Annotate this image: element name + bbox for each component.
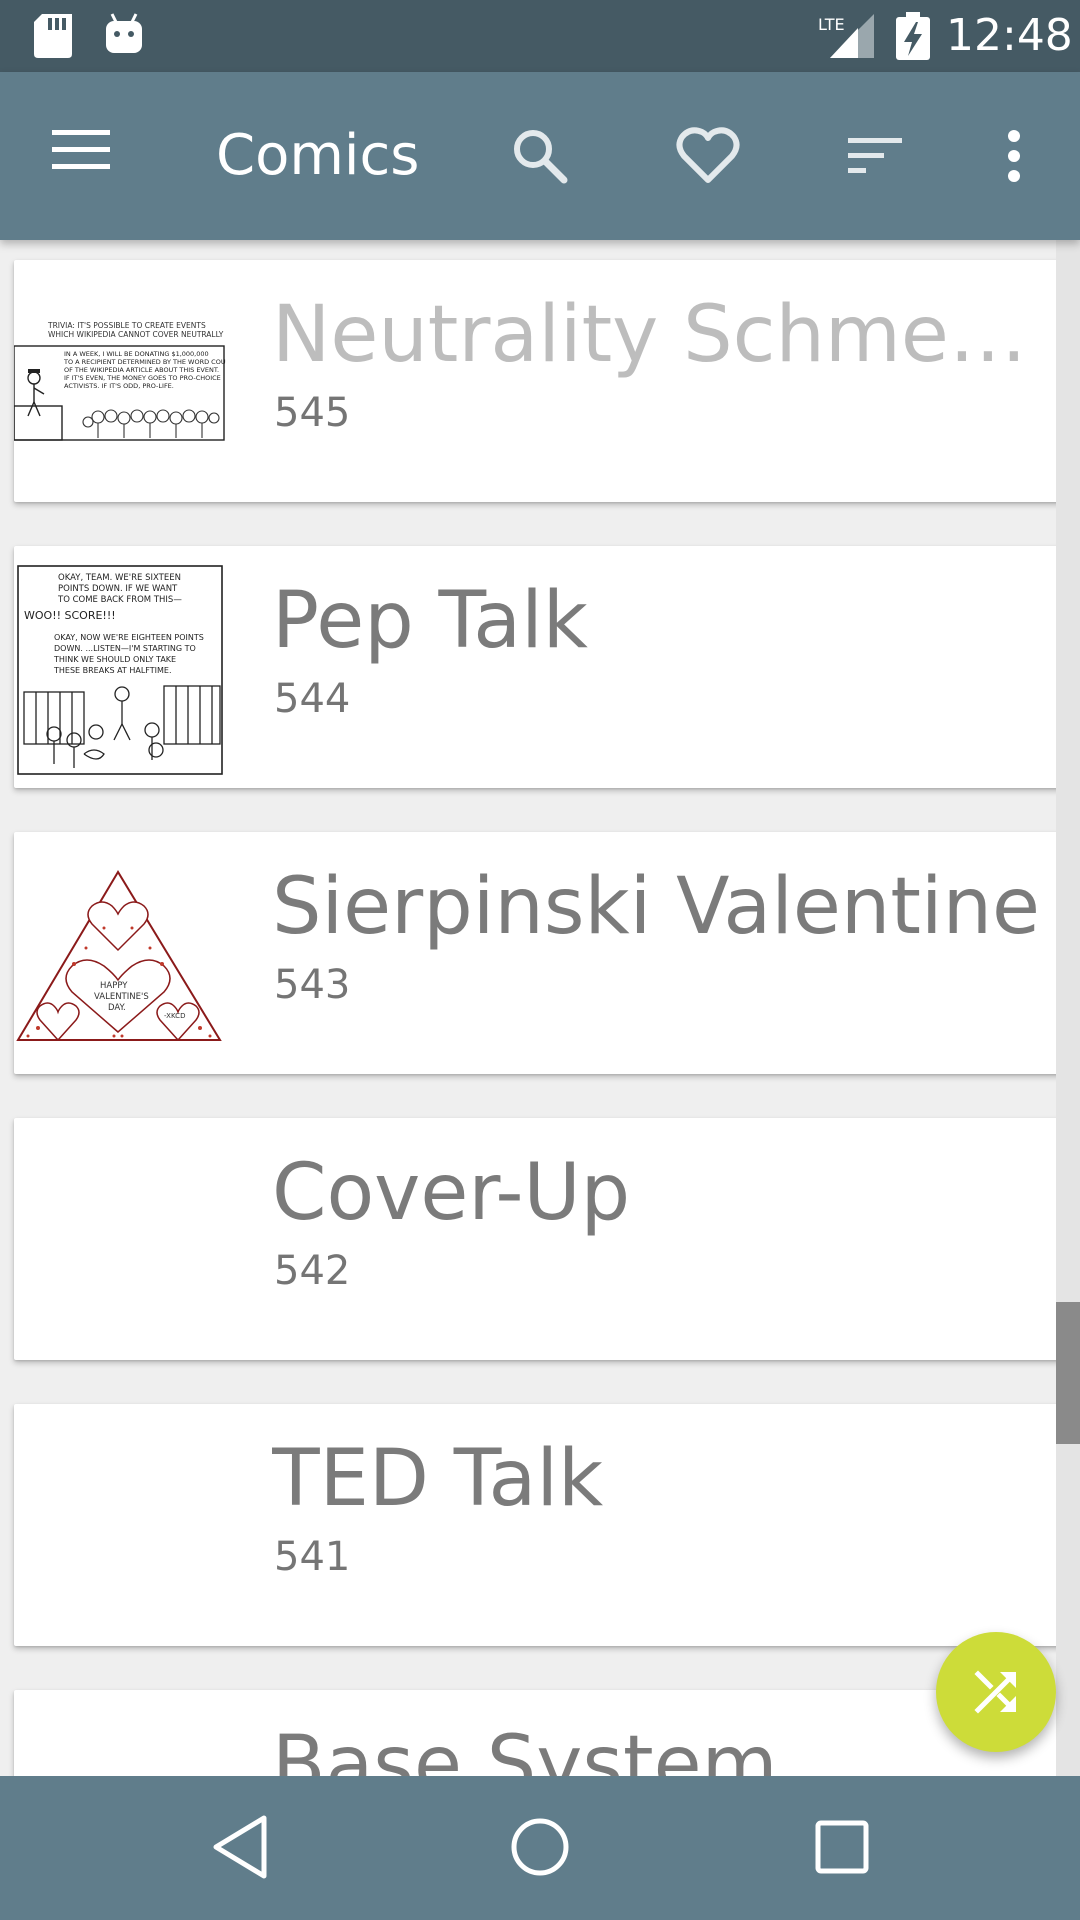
comic-title: Cover-Up	[272, 1148, 631, 1238]
thumb-text: DOWN. ...LISTEN—I'M STARTING TO	[54, 644, 196, 653]
comic-thumbnail-neutrality: TRIVIA: IT'S POSSIBLE TO CREATE EVENTS W…	[14, 312, 226, 472]
menu-icon[interactable]	[52, 130, 112, 175]
toolbar-title: Comics	[216, 123, 420, 188]
comics-list[interactable]: TRIVIA: IT'S POSSIBLE TO CREATE EVENTS W…	[0, 240, 1080, 1776]
comic-title: Base System	[272, 1720, 778, 1776]
thumb-text: TO COME BACK FROM THIS—	[57, 595, 182, 605]
comic-number: 541	[274, 1534, 351, 1580]
comic-thumbnail-pep-talk: OKAY, TEAM. WE'RE SIXTEEN POINTS DOWN. I…	[17, 565, 223, 775]
shuffle-icon	[972, 1668, 1020, 1721]
more-vert-icon[interactable]	[1000, 126, 1028, 191]
comic-card-545[interactable]: TRIVIA: IT'S POSSIBLE TO CREATE EVENTS W…	[14, 260, 1065, 502]
thumb-text: IN A WEEK, I WILL BE DONATING $1,000,000	[64, 350, 209, 358]
home-icon[interactable]	[508, 1812, 572, 1887]
comic-number: 544	[274, 676, 351, 722]
thumb-text: OKAY, NOW WE'RE EIGHTEEN POINTS	[54, 633, 204, 642]
thumb-text: THESE BREAKS AT HALFTIME.	[53, 666, 172, 675]
sd-card-icon	[34, 14, 72, 63]
app-toolbar: Comics	[0, 72, 1080, 240]
comic-title: Sierpinski Valentine	[272, 862, 1041, 952]
app-screen: LTE 12:48 Comics TRIVIA: IT'S POSSIBLE T…	[0, 0, 1080, 1920]
favorite-heart-icon[interactable]	[676, 126, 740, 191]
sort-icon[interactable]	[846, 126, 906, 191]
status-clock: 12:48	[946, 10, 1073, 61]
thumb-text: DAY.	[108, 1003, 126, 1013]
comic-title: Pep Talk	[272, 576, 588, 666]
thumb-text: IF IT'S EVEN, THE MONEY GOES TO PRO-CHOI…	[64, 374, 221, 382]
comic-number: 545	[274, 390, 351, 436]
comic-number: 543	[274, 962, 351, 1008]
lte-signal-icon: LTE	[818, 14, 874, 63]
thumb-text: THINK WE SHOULD ONLY TAKE	[53, 655, 176, 664]
thumb-text: OF THE WIKIPEDIA ARTICLE ABOUT THIS EVEN…	[64, 366, 219, 374]
comic-card-544[interactable]: OKAY, TEAM. WE'RE SIXTEEN POINTS DOWN. I…	[14, 546, 1065, 788]
comic-card-542[interactable]: Cover-Up 542	[14, 1118, 1065, 1360]
random-comic-button[interactable]	[936, 1632, 1056, 1752]
status-bar: LTE 12:48	[0, 0, 1080, 72]
navigation-bar	[0, 1776, 1080, 1920]
comic-card-541[interactable]: TED Talk 541	[14, 1404, 1065, 1646]
network-type-label: LTE	[818, 15, 845, 34]
comic-card-base-system[interactable]: Base System	[14, 1690, 1065, 1776]
comic-title: Neutrality Schmeutr…	[272, 290, 1052, 380]
recents-icon[interactable]	[812, 1812, 872, 1887]
thumb-text: ACTIVISTS. IF IT'S ODD, PRO-LIFE.	[64, 382, 174, 390]
thumb-text: -XKCD	[164, 1012, 185, 1020]
thumb-text: VALENTINE'S	[94, 992, 149, 1002]
battery-charging-icon	[896, 12, 930, 65]
thumb-text: WHICH WIKIPEDIA CANNOT COVER NEUTRALLY	[48, 330, 224, 339]
thumb-text: HAPPY	[100, 981, 128, 991]
comic-title: TED Talk	[272, 1434, 604, 1524]
comic-number: 542	[274, 1248, 351, 1294]
thumb-text: WOO!! SCORE!!!	[24, 609, 116, 622]
thumb-text: POINTS DOWN. IF WE WANT	[58, 584, 178, 594]
scrollbar-track[interactable]	[1056, 240, 1080, 1776]
search-icon[interactable]	[510, 126, 570, 191]
thumb-text: TO A RECIPIENT DETERMINED BY THE WORD CO…	[63, 358, 226, 366]
comic-card-543[interactable]: HAPPY VALENTINE'S DAY. -XKCD Sierpinski …	[14, 832, 1065, 1074]
back-icon[interactable]	[210, 1812, 270, 1887]
thumb-text: OKAY, TEAM. WE'RE SIXTEEN	[58, 573, 181, 583]
android-icon	[104, 12, 144, 61]
thumb-text: TRIVIA: IT'S POSSIBLE TO CREATE EVENTS	[47, 321, 206, 330]
comic-thumbnail-sierpinski: HAPPY VALENTINE'S DAY. -XKCD	[16, 870, 222, 1042]
scrollbar-thumb[interactable]	[1056, 1302, 1080, 1444]
